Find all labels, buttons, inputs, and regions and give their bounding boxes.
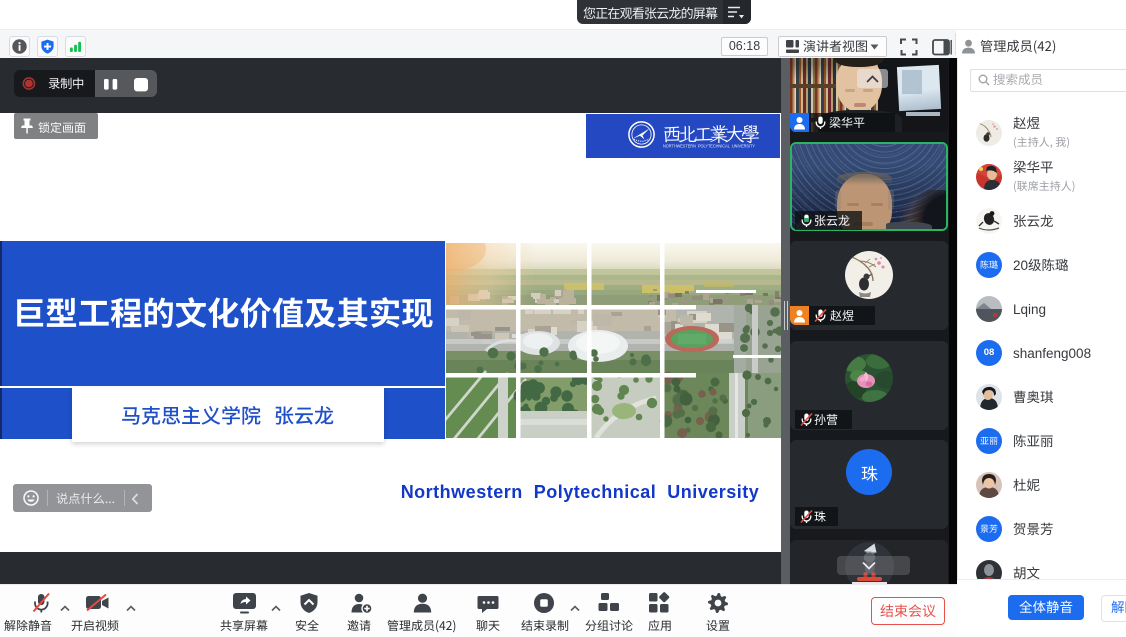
svg-text:NORTHWESTERN POLYTECHNICAL U: NORTHWESTERN POLYTECHNICAL UNIVERSITY bbox=[663, 144, 755, 149]
